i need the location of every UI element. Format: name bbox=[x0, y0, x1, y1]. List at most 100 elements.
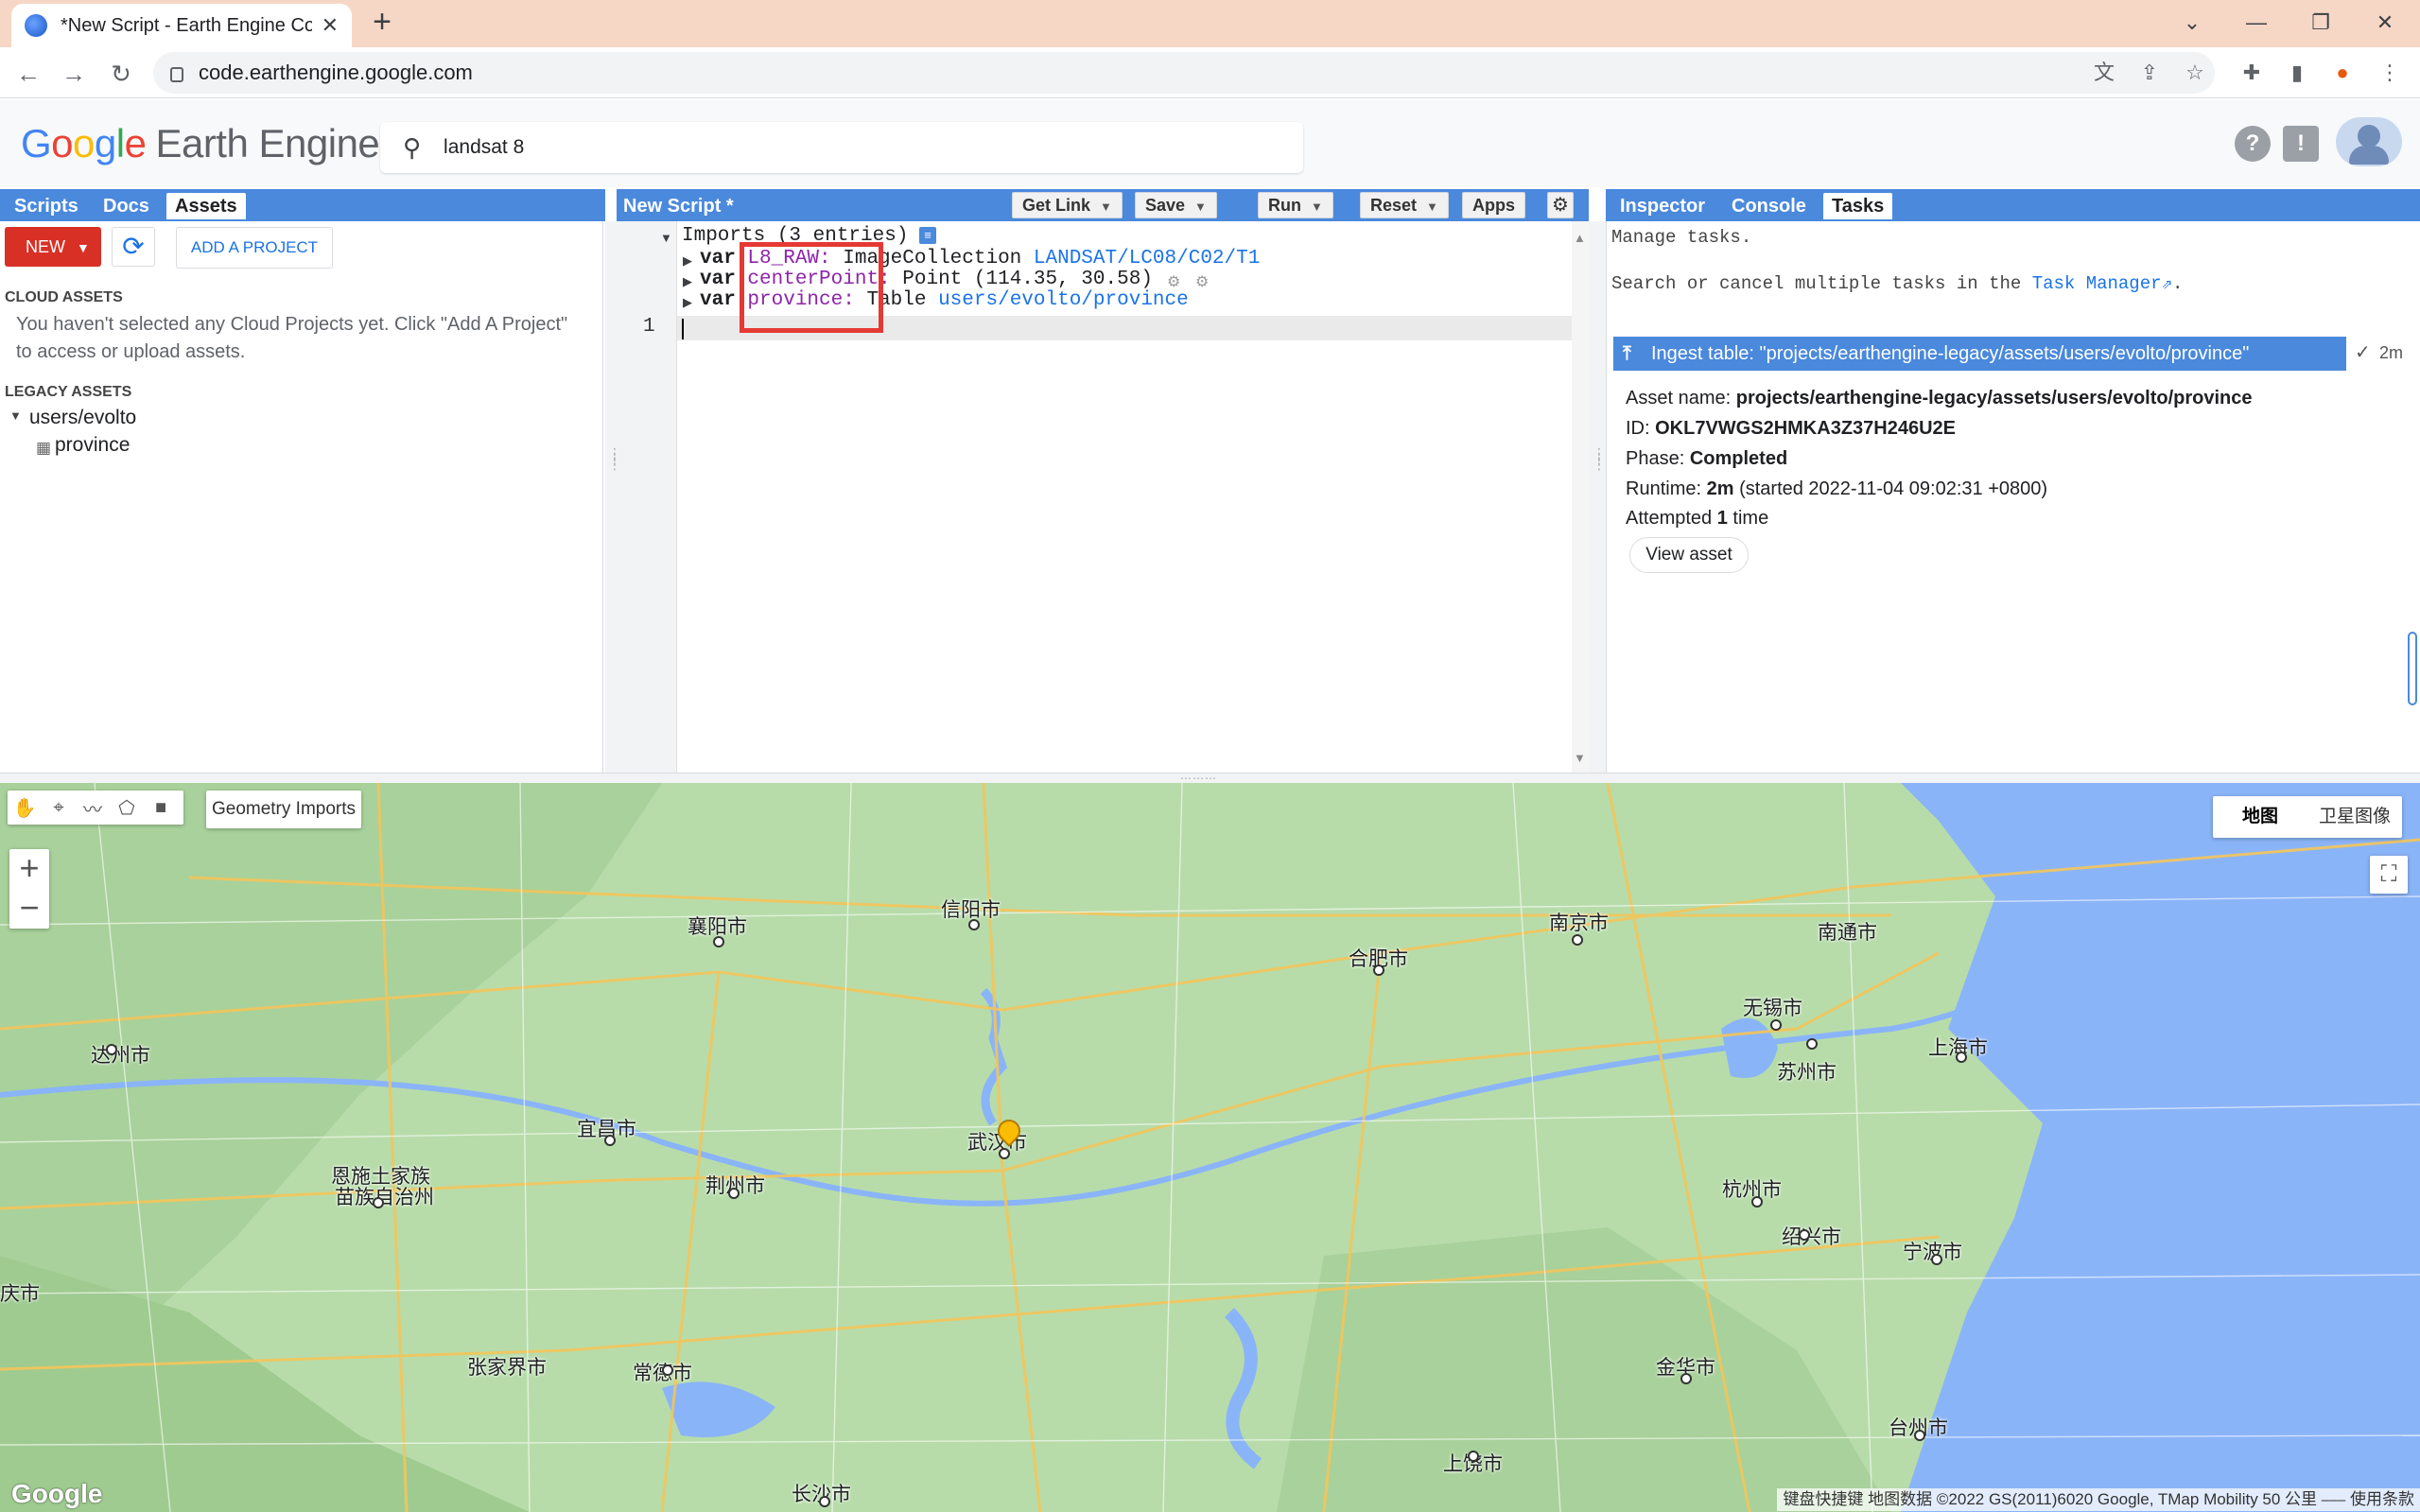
map-type-satellite-button[interactable]: 卫星图像 bbox=[2307, 796, 2402, 838]
back-icon[interactable]: ← bbox=[11, 57, 45, 91]
restore-icon[interactable]: ❐ bbox=[2292, 6, 2349, 40]
view-asset-button[interactable]: View asset bbox=[1629, 537, 1749, 573]
city-dot-icon bbox=[1956, 1051, 1967, 1063]
fullscreen-icon[interactable]: ⛶ bbox=[2370, 856, 2408, 894]
url-text: code.earthengine.google.com bbox=[199, 61, 473, 84]
side-panel-icon[interactable]: ▮ bbox=[2281, 57, 2313, 89]
close-window-icon[interactable]: ✕ bbox=[2357, 6, 2413, 40]
new-asset-button[interactable]: NEW ▼ bbox=[5, 227, 101, 267]
import-expand-icon[interactable]: ▶ bbox=[683, 253, 692, 269]
earth-engine-favicon-icon bbox=[25, 14, 47, 37]
task-asset-name: Asset name: projects/earthengine-legacy/… bbox=[1626, 388, 2253, 408]
scroll-up-icon[interactable]: ▲ bbox=[1574, 231, 1586, 245]
reload-icon[interactable]: ↻ bbox=[104, 57, 138, 91]
map-view[interactable]: ✋ ⌖ 〰 ⬠ ■ Geometry Imports + − 地图 卫星图像 ⛶… bbox=[0, 783, 2420, 1512]
tasks-scrollbar[interactable] bbox=[2408, 632, 2417, 705]
settings-gear-icon[interactable]: ⚙ bbox=[1547, 192, 1574, 218]
map-type-control: 地图 卫星图像 bbox=[2213, 796, 2402, 838]
share-icon[interactable]: ⇪ bbox=[2133, 57, 2166, 89]
imports-collapse-icon[interactable]: ▼ bbox=[660, 231, 672, 245]
geometry-imports-button[interactable]: Geometry Imports bbox=[206, 791, 361, 828]
city-label: 信阳市 bbox=[941, 899, 1001, 921]
translate-icon[interactable]: 文 bbox=[2088, 57, 2120, 89]
bookmark-star-icon[interactable]: ☆ bbox=[2179, 57, 2211, 89]
city-dot-icon bbox=[1931, 1254, 1942, 1265]
task-phase: Phase: Completed bbox=[1626, 448, 1788, 469]
address-bar[interactable]: code.earthengine.google.com bbox=[153, 52, 2215, 94]
feedback-icon[interactable]: ! bbox=[2283, 126, 2319, 162]
tab-inspector[interactable]: Inspector bbox=[1611, 193, 1714, 219]
close-tab-icon[interactable]: ✕ bbox=[322, 13, 339, 38]
city-label: 张家界市 bbox=[467, 1357, 547, 1379]
run-button[interactable]: Run ▼ bbox=[1258, 192, 1333, 218]
script-title: New Script * bbox=[623, 196, 734, 217]
task-manager-hint: Search or cancel multiple tasks in the T… bbox=[1611, 273, 2184, 294]
zoom-in-icon[interactable]: + bbox=[9, 849, 49, 889]
tab-docs[interactable]: Docs bbox=[95, 193, 158, 219]
legacy-folder[interactable]: users/evolto bbox=[29, 407, 136, 429]
city-dot-icon bbox=[1770, 1019, 1782, 1031]
show-imports-code-icon[interactable]: ≡ bbox=[919, 227, 936, 244]
browser-tab-strip bbox=[0, 0, 2420, 47]
folder-expanded-icon[interactable]: ▼ bbox=[9, 408, 22, 423]
edit-geometry-icon[interactable]: ⚙ bbox=[1167, 272, 1180, 291]
browser-tab[interactable]: *New Script - Earth Engine Co ✕ bbox=[11, 4, 352, 47]
cloud-assets-heading: CLOUD ASSETS bbox=[5, 289, 123, 305]
map-type-map-button[interactable]: 地图 bbox=[2213, 796, 2307, 838]
city-dot-icon bbox=[373, 1197, 384, 1208]
pan-hand-icon[interactable]: ✋ bbox=[8, 796, 42, 820]
city-dot-icon bbox=[728, 1188, 740, 1199]
city-dot-icon bbox=[819, 1496, 830, 1507]
help-icon[interactable]: ? bbox=[2235, 126, 2271, 162]
external-link-icon[interactable]: ⇗ bbox=[2162, 273, 2172, 294]
tab-search-icon[interactable]: ⌄ bbox=[2164, 6, 2220, 40]
account-avatar[interactable] bbox=[2336, 117, 2402, 166]
city-label: 庆市 bbox=[0, 1283, 40, 1305]
right-splitter[interactable] bbox=[1589, 221, 1606, 773]
editor-scrollbar[interactable] bbox=[1572, 221, 1589, 773]
city-label: 达州市 bbox=[91, 1045, 150, 1067]
city-label: 南京市 bbox=[1549, 912, 1609, 934]
draw-line-icon[interactable]: 〰 bbox=[76, 794, 110, 822]
google-earth-engine-logo[interactable]: Google Earth Engine bbox=[21, 121, 380, 166]
add-marker-icon[interactable]: ⌖ bbox=[42, 797, 76, 819]
search-box[interactable]: ⚲ bbox=[380, 122, 1303, 173]
task-manager-link[interactable]: Task Manager bbox=[2032, 273, 2162, 294]
refresh-icon[interactable]: ⟳ bbox=[112, 227, 155, 267]
city-label: 南通市 bbox=[1818, 922, 1877, 944]
reset-button[interactable]: Reset ▼ bbox=[1360, 192, 1449, 218]
get-link-button[interactable]: Get Link ▼ bbox=[1012, 192, 1123, 218]
import-expand-icon[interactable]: ▶ bbox=[683, 274, 692, 289]
search-icon: ⚲ bbox=[403, 132, 422, 162]
scroll-down-icon[interactable]: ▼ bbox=[1574, 751, 1586, 765]
geometry-settings-icon[interactable]: ⚙ bbox=[1195, 272, 1209, 291]
tab-console[interactable]: Console bbox=[1723, 193, 1815, 219]
profile-extension-icon[interactable]: ● bbox=[2326, 57, 2359, 89]
splitter-grip-icon[interactable]: ⋮ ⋮ ⋮ bbox=[1593, 446, 1606, 471]
save-button[interactable]: Save ▼ bbox=[1135, 192, 1217, 218]
draw-polygon-icon[interactable]: ⬠ bbox=[110, 796, 144, 820]
task-ingest-table[interactable]: ⤒ Ingest table: "projects/earthengine-leg… bbox=[1613, 337, 2346, 371]
zoom-out-icon[interactable]: − bbox=[9, 889, 49, 929]
search-input[interactable] bbox=[444, 136, 1277, 159]
tab-assets[interactable]: Assets bbox=[166, 193, 246, 219]
apps-button[interactable]: Apps bbox=[1462, 192, 1525, 218]
city-label: 无锡市 bbox=[1743, 998, 1802, 1019]
tab-scripts[interactable]: Scripts bbox=[6, 193, 87, 219]
map-attribution[interactable]: 键盘快捷键 地图数据 ©2022 GS(2011)6020 Google, TM… bbox=[1777, 1488, 2420, 1511]
browser-menu-icon[interactable]: ⋮ bbox=[2374, 57, 2406, 89]
cloud-assets-message-2: to access or upload assets. bbox=[16, 341, 246, 362]
import-expand-icon[interactable]: ▶ bbox=[683, 295, 692, 310]
minimize-icon[interactable]: — bbox=[2228, 6, 2285, 40]
extensions-icon[interactable]: ✚ bbox=[2236, 57, 2268, 89]
lock-icon bbox=[170, 67, 183, 82]
tab-tasks[interactable]: Tasks bbox=[1823, 193, 1893, 219]
left-splitter[interactable] bbox=[605, 221, 617, 773]
forward-icon[interactable]: → bbox=[57, 57, 91, 91]
draw-rectangle-icon[interactable]: ■ bbox=[144, 797, 178, 819]
city-dot-icon bbox=[662, 1364, 673, 1376]
city-dot-icon bbox=[1572, 934, 1583, 946]
add-project-button[interactable]: ADD A PROJECT bbox=[176, 227, 333, 269]
new-tab-button[interactable]: + bbox=[365, 6, 399, 40]
asset-item-province[interactable]: province bbox=[55, 434, 130, 457]
